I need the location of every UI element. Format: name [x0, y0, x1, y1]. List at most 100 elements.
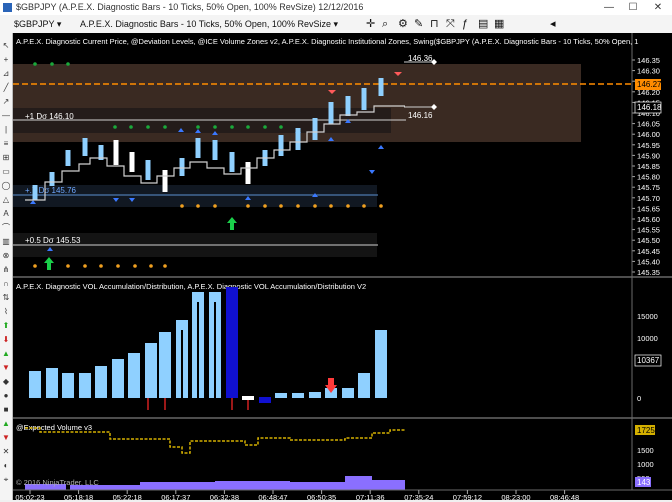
dot-icon[interactable]: ●	[1, 391, 11, 401]
volume-tick-label: 15000	[637, 312, 658, 321]
indicators-icon[interactable]: ƒ	[462, 17, 468, 31]
price-tick-label: 146.35	[637, 56, 660, 65]
chevron-down-icon: ▾	[333, 19, 339, 29]
region-icon[interactable]: ▥	[1, 237, 11, 247]
chart-svg: A.P.E.X. Diagnostic Current Price, @Devi…	[13, 33, 672, 502]
remove-drawings-icon[interactable]: ✕	[1, 447, 11, 457]
lock-icon[interactable]: ⊓	[430, 17, 439, 31]
volume-bar	[79, 373, 91, 398]
price-bar	[345, 96, 351, 116]
time-cycles-icon[interactable]: ∩	[1, 279, 11, 289]
price-tick-label: 146.00	[637, 130, 660, 139]
path-icon[interactable]: ⌇	[1, 307, 11, 317]
bar-type-selector[interactable]: A.P.E.X. Diagnostic Bars - 10 Ticks, 50%…	[80, 17, 338, 31]
price-tick-label: 145.70	[637, 194, 660, 203]
gann-icon[interactable]: ⊗	[1, 251, 11, 261]
volume-bar	[342, 388, 354, 398]
time-tick-label: 05:22:18	[113, 493, 142, 500]
current-price-value: 146.27	[637, 80, 662, 89]
price-tick-label: 145.60	[637, 215, 660, 224]
maximize-button[interactable]: ☐	[621, 0, 645, 15]
cursor-icon[interactable]: ↖	[1, 41, 11, 51]
square-icon[interactable]: ■	[1, 405, 11, 415]
andrews-icon[interactable]: ⋔	[1, 265, 11, 275]
rectangle-icon[interactable]: ▭	[1, 167, 11, 177]
price-bar	[113, 140, 119, 165]
chart-area[interactable]: A.P.E.X. Diagnostic Current Price, @Devi…	[13, 33, 672, 502]
time-tick-label: 07:11:36	[356, 493, 385, 500]
volume-tick-label: 10000	[637, 334, 658, 343]
expected-tick-label: 1000	[637, 460, 654, 469]
volume-bar	[62, 373, 74, 398]
pencil-icon[interactable]: ✎	[414, 17, 423, 31]
price-tick-label: 145.50	[637, 236, 660, 245]
volume-bar	[46, 368, 58, 398]
zoom-icon[interactable]: ⌕	[382, 17, 388, 31]
expected-volume-bar	[140, 482, 215, 490]
price-bar	[179, 158, 185, 176]
strategies-icon[interactable]: ▤	[478, 17, 488, 31]
volume-bar	[226, 287, 238, 398]
triangle-down-icon[interactable]: ▼	[1, 433, 11, 443]
price-panel-label: A.P.E.X. Diagnostic Current Price, @Devi…	[16, 37, 638, 46]
line-tool-icon[interactable]: ╱	[1, 83, 11, 93]
level-mid-label: 146.16	[408, 111, 433, 120]
chart-toolbar: $GBPJPY ▾ A.P.E.X. Diagnostic Bars - 10 …	[0, 15, 672, 34]
arrow-up-small-icon[interactable]: ▲	[1, 349, 11, 359]
minimize-button[interactable]: —	[597, 0, 621, 15]
crosshair-tool-icon[interactable]: +	[1, 55, 11, 65]
chevron-down-icon: ▾	[56, 19, 62, 29]
arc-icon[interactable]: ⌒	[1, 223, 11, 233]
diamond-icon[interactable]: ◆	[1, 377, 11, 387]
volume-bar	[128, 353, 140, 398]
expected-line-value: 1725	[637, 426, 655, 435]
time-tick-label: 05:18:18	[64, 493, 93, 500]
properties-icon[interactable]: ⚙	[398, 17, 408, 31]
triangle-up-icon[interactable]: ▲	[1, 419, 11, 429]
time-tick-label: 07:59:12	[453, 493, 482, 500]
time-tick-label: 08:46:48	[550, 493, 579, 500]
vertical-line-icon[interactable]: |	[1, 125, 11, 135]
price-bar	[32, 185, 38, 200]
crosshair-icon[interactable]: ✛	[366, 17, 375, 31]
volume-bar	[242, 396, 254, 400]
price-tick-label: 145.85	[637, 162, 660, 171]
expected-volume-bar	[290, 482, 345, 490]
draw-tools-icon[interactable]: ⤧	[446, 17, 455, 31]
triangle-icon[interactable]: △	[1, 195, 11, 205]
volume-panel-label: A.P.E.X. Diagnostic VOL Accumulation/Dis…	[16, 282, 366, 291]
horizontal-line-icon[interactable]: —	[1, 111, 11, 121]
data-box-icon[interactable]: ▦	[494, 17, 504, 31]
price-bar	[312, 118, 318, 140]
price-bar	[49, 172, 55, 186]
price-bar	[162, 170, 168, 192]
price-tick-label: 145.55	[637, 226, 660, 235]
ruler-icon[interactable]: ⊿	[1, 69, 11, 79]
fibonacci-icon[interactable]: ⊞	[1, 153, 11, 163]
ellipse-icon[interactable]: ◯	[1, 181, 11, 191]
volume-tick-label: 0	[637, 394, 641, 403]
scroll-left-icon[interactable]: ◂	[550, 17, 556, 31]
time-tick-label: 07:35:24	[404, 493, 433, 500]
snap-icon[interactable]: ⌖	[1, 475, 11, 485]
risk-reward-icon[interactable]: ⇅	[1, 293, 11, 303]
arrow-up-icon[interactable]: ⬆	[1, 321, 11, 331]
price-bar	[82, 138, 88, 156]
text-tool-icon[interactable]: A	[1, 209, 11, 219]
volume-bar	[29, 371, 41, 398]
arrow-down-icon[interactable]: ⬇	[1, 335, 11, 345]
ray-tool-icon[interactable]: ↗	[1, 97, 11, 107]
price-bar	[245, 162, 251, 184]
price-bar	[212, 140, 218, 160]
close-button[interactable]: ✕	[646, 0, 670, 15]
price-tick-label: 145.80	[637, 173, 660, 182]
expected-volume-bar	[345, 476, 372, 490]
price-bar	[229, 152, 235, 172]
hide-drawings-icon[interactable]: ◐	[1, 461, 11, 471]
instrument-selector[interactable]: $GBPJPY ▾	[14, 17, 61, 31]
time-tick-label: 05:02:23	[15, 493, 44, 500]
arrow-down-small-icon[interactable]: ▼	[1, 363, 11, 373]
channel-icon[interactable]: ≡	[1, 139, 11, 149]
price-bar	[195, 138, 201, 158]
expected-volume-bar	[372, 480, 405, 490]
